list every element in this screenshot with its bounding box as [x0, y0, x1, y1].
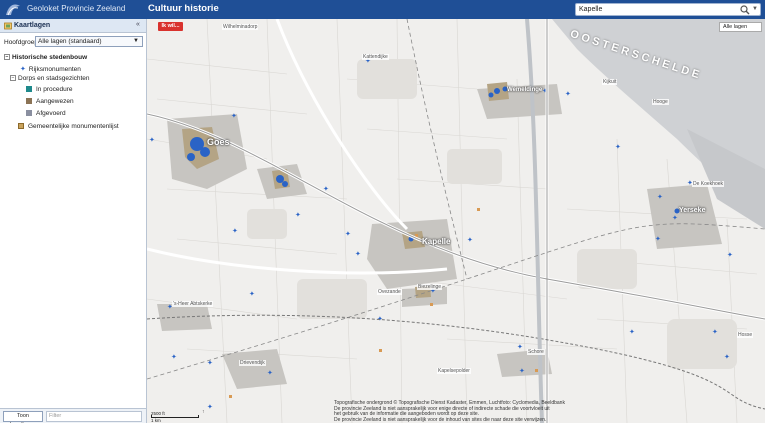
svg-text:✦: ✦ [724, 353, 730, 361]
all-layers-button[interactable]: Alle lagen [719, 22, 762, 32]
label-hosse: Hosse [737, 332, 754, 338]
brand-name[interactable]: Geoloket Provincie Zeeland [27, 4, 125, 13]
group-label: Hoofdgroep [4, 39, 38, 46]
search-input[interactable]: Kapelle [579, 6, 602, 13]
label-kapelle: Kapelle [422, 237, 451, 246]
svg-text:✦: ✦ [231, 112, 237, 120]
svg-text:✦: ✦ [267, 369, 273, 377]
group-select[interactable]: Alle lagen (standaard) ▼ [35, 36, 143, 47]
group-select-value: Alle lagen (standaard) [38, 38, 102, 45]
filter-input[interactable]: Filter [46, 411, 142, 422]
ik-wil-button[interactable]: Ik wil... [158, 22, 183, 31]
svg-text:✦: ✦ [519, 367, 525, 375]
label-drievendijk: Drievendijk [239, 360, 266, 366]
province-logo-icon [6, 4, 20, 16]
legend-label: Aangewezen [36, 98, 74, 105]
label-schore: Schore [527, 349, 545, 355]
label-kapelsepolder: Kapelsepolder [437, 368, 471, 374]
legend-item-in-procedure[interactable]: In procedure [26, 86, 73, 93]
svg-text:✦: ✦ [249, 290, 255, 298]
attribution-line: De provincie Zeeland is niet aansprakeli… [334, 416, 547, 423]
label-wilhelminadorp: Wilhelminadorp [222, 24, 259, 30]
legend-swatch [26, 98, 32, 105]
tree-node-historische-stedenbouw[interactable]: − Historische stedenbouw [4, 54, 87, 61]
legend-item-afgevoerd[interactable]: Afgevoerd [26, 110, 66, 117]
svg-text:✦: ✦ [207, 403, 213, 411]
svg-text:✦: ✦ [615, 143, 621, 151]
rijksmonument-symbol-icon: ✦ [20, 66, 26, 73]
label-kijkuit: Kijkuit [602, 79, 618, 85]
search-box[interactable]: Kapelle ▼ [575, 3, 761, 16]
tree-label: Gemeentelijke monumentenlijst [28, 123, 119, 130]
collapse-panel-icon[interactable]: « [136, 21, 140, 28]
svg-text:✦: ✦ [171, 353, 177, 361]
collapse-toggle-icon[interactable]: − [10, 75, 16, 82]
layers-panel: Kaartlagen « Hoofdgroep Alle lagen (stan… [0, 19, 147, 423]
legend-swatch [26, 86, 32, 93]
tree-label: Rijksmonumenten [28, 66, 81, 73]
svg-text:✦: ✦ [517, 343, 523, 351]
tree-label: Dorps en stadsgezichten [18, 75, 90, 82]
label-kattendijke: Kattendijke [362, 54, 389, 60]
search-icon[interactable] [740, 5, 750, 15]
north-arrow-icon: ↑ [202, 409, 205, 415]
svg-text:✦: ✦ [565, 90, 571, 98]
svg-text:✦: ✦ [232, 227, 238, 235]
svg-text:✦: ✦ [657, 193, 663, 201]
layers-icon [4, 22, 12, 30]
label-yerseke: Yerseke [679, 207, 706, 214]
collapse-toggle-icon[interactable]: − [4, 54, 10, 61]
show-layers-button[interactable]: Toon kaartlagen [3, 411, 43, 423]
svg-text:✦: ✦ [629, 328, 635, 336]
svg-text:✦: ✦ [655, 235, 661, 243]
label-wemeldinge: Wemeldinge [507, 87, 543, 93]
svg-text:✦: ✦ [672, 214, 678, 222]
search-options-chevron-down-icon[interactable]: ▼ [752, 6, 758, 12]
svg-text:✦: ✦ [345, 230, 351, 238]
svg-text:✦: ✦ [355, 250, 361, 258]
legend-swatch [26, 110, 32, 117]
label-den-koekhoek: De Koekhoek [692, 181, 725, 187]
scale-label-km: 1 km [151, 418, 161, 423]
tree-node-dorps-en-stadsgezichten[interactable]: − Dorps en stadsgezichten [10, 75, 90, 82]
app-title: Cultuur historie [148, 3, 219, 14]
map-view[interactable]: ✦ ✦ ✦ ✦ ✦ ✦ ✦ ✦ ✦ ✦ ✦ ✦ ✦ ✦ ✦ ✦ ✦ ✦ ✦ ✦ ✦ ✦ ✦ ✦ ✦ ✦ ✦ ✦ ✦ ✦ [147, 19, 765, 423]
legend-item-aangewezen[interactable]: Aangewezen [26, 98, 74, 105]
svg-text:✦: ✦ [295, 211, 301, 219]
tree-node-gemeentelijke-monumentenlijst[interactable]: Gemeentelijke monumentenlijst [18, 123, 119, 130]
legend-label: In procedure [36, 86, 73, 93]
layers-panel-header: Kaartlagen « [0, 19, 146, 33]
svg-text:✦: ✦ [149, 136, 155, 144]
label-hooge: Hooge [652, 99, 669, 105]
svg-text:✦: ✦ [467, 236, 473, 244]
chevron-down-icon[interactable]: ▼ [133, 38, 139, 44]
label-biezelinge: Biezelinge [417, 284, 443, 290]
svg-text:✦: ✦ [727, 251, 733, 259]
legend-label: Afgevoerd [36, 110, 66, 117]
top-bar: Geoloket Provincie Zeeland Cultuur histo… [0, 0, 765, 19]
layers-panel-footer: Toon kaartlagen Filter [0, 408, 146, 423]
label-s-heer-abtskerke: 's-Heer Abtskerke [172, 301, 214, 307]
label-ovezande: Ovezande [377, 289, 402, 295]
folder-icon [18, 123, 24, 130]
tree-node-rijksmonumenten[interactable]: ✦ Rijksmonumenten [20, 65, 81, 73]
map-attribution: Topografische ondergrond © Topografische… [334, 400, 565, 423]
layers-panel-title: Kaartlagen [14, 22, 51, 29]
label-goes: Goes [207, 137, 230, 147]
tree-label: Historische stedenbouw [12, 54, 88, 61]
svg-text:✦: ✦ [712, 328, 718, 336]
